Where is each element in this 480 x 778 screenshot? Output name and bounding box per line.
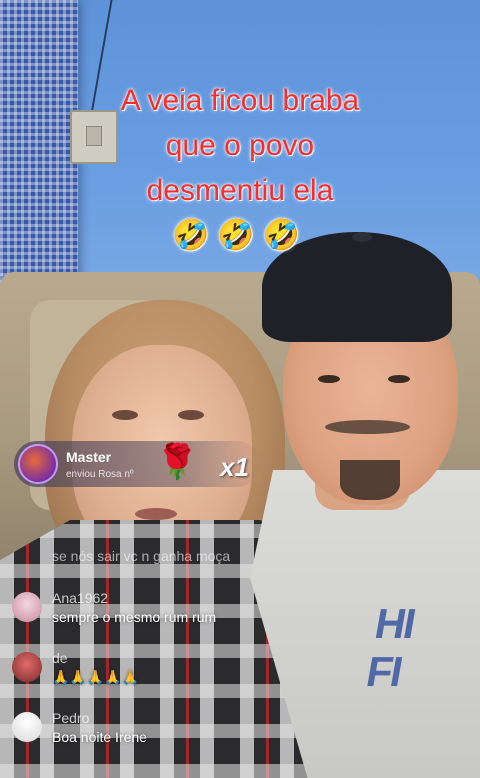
avatar[interactable] [18, 444, 58, 484]
caption-line-1: A veia ficou braba [120, 84, 360, 117]
gift-text: Master enviou Rosa nº [66, 449, 134, 480]
man-mustache [325, 420, 410, 434]
comment-text: 🙏🙏🙏🙏🙏 [52, 669, 140, 685]
comment-username[interactable]: de [52, 650, 139, 666]
caption-emojis: 🤣🤣🤣 [171, 219, 309, 252]
faded-comment: se nós sair vc n ganha moça [52, 548, 231, 564]
gift-count: x1 [220, 452, 249, 482]
comment-username[interactable]: Ana1962 [52, 590, 216, 606]
caption-line-3: desmentiu ela [146, 174, 334, 207]
caption-line-2: que o povo [165, 129, 315, 162]
woman-mouth [135, 508, 177, 520]
man-eye-left [318, 375, 340, 383]
comment-item[interactable]: Ana1962 sempre o mesmo rum rum [12, 590, 216, 625]
comment-item[interactable]: Pedro Boa noite Irene [12, 710, 147, 745]
avatar[interactable] [12, 712, 42, 742]
avatar[interactable] [12, 652, 42, 682]
man-eye-right [388, 375, 410, 383]
woman-eye-right [178, 410, 204, 420]
video-caption: A veia ficou braba que o povo desmentiu … [0, 78, 480, 258]
comment-username[interactable]: Pedro [52, 710, 147, 726]
comment-text: Boa noite Irene [52, 729, 147, 745]
comment-item[interactable]: de 🙏🙏🙏🙏🙏 [12, 650, 139, 686]
gift-description: enviou Rosa nº [66, 468, 134, 480]
woman-eye-left [112, 410, 138, 420]
comment-text: sempre o mesmo rum rum [52, 609, 217, 625]
man-shirt-print: HI FI [362, 600, 418, 695]
rose-icon: 🌹 [156, 443, 199, 481]
man-beard [340, 460, 400, 500]
avatar[interactable] [12, 592, 42, 622]
gift-username[interactable]: Master [66, 449, 134, 465]
